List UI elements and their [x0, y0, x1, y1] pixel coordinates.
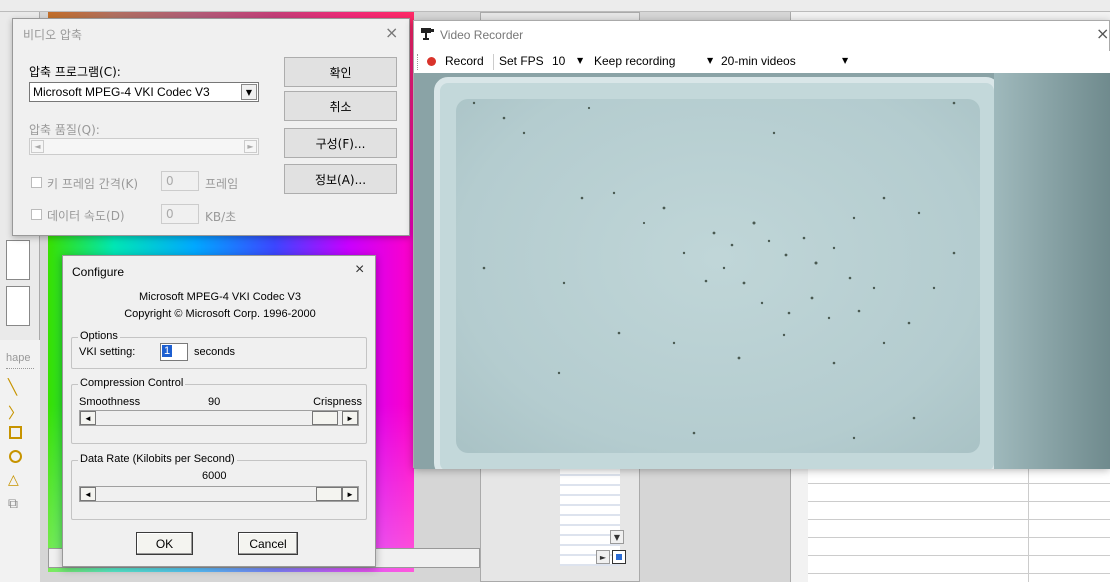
compression-left-arrow-icon[interactable]: ◄: [80, 411, 96, 425]
fps-value[interactable]: 10: [552, 54, 565, 68]
options-group: Options VKI setting: 1 seconds: [71, 330, 367, 369]
crispness-label: Crispness: [313, 396, 362, 408]
data-rate-left-arrow-icon[interactable]: ◄: [80, 487, 96, 501]
quality-right-arrow-icon[interactable]: ►: [244, 140, 257, 153]
background-grid-area: [560, 466, 620, 566]
vki-input-value: 1: [162, 345, 173, 357]
video-recorder-window: Video Recorder × Record Set FPS 10 ▼ Kee…: [413, 20, 1110, 469]
quality-slider[interactable]: ◄ ►: [29, 138, 259, 155]
shape-panel-divider: [6, 368, 34, 369]
background-corner-icon: [612, 550, 626, 564]
toolbar-grip: [417, 54, 418, 70]
datarate-input[interactable]: 0: [161, 204, 199, 224]
program-select-chevron-icon[interactable]: ▼: [241, 84, 257, 100]
data-rate-group-label: Data Rate (Kilobits per Second): [78, 453, 237, 465]
fps-chevron-down-icon[interactable]: ▼: [577, 56, 583, 65]
background-left-box-2: [6, 286, 30, 326]
configure-ok-button[interactable]: OK: [136, 532, 193, 555]
configure-close-icon[interactable]: ×: [355, 261, 364, 279]
record-button[interactable]: Record: [445, 54, 484, 68]
background-top-strip: [0, 0, 1110, 12]
configure-dialog: Configure × Microsoft MPEG-4 VKI Codec V…: [62, 255, 376, 567]
program-label: 압축 프로그램(C):: [29, 65, 121, 79]
keyframe-unit: 프레임: [205, 177, 239, 191]
compress-dialog-title: 비디오 압축: [23, 28, 83, 42]
compression-control-label: Compression Control: [78, 377, 186, 389]
vki-label: VKI setting:: [79, 346, 136, 358]
datarate-checkbox[interactable]: [31, 209, 42, 220]
shape-panel: hape ╲ 〉 △ ⧉: [0, 340, 40, 582]
keyframe-label: 키 프레임 간격(K): [47, 177, 139, 191]
preview-particles: [472, 101, 956, 440]
datarate-unit: KB/초: [205, 210, 237, 224]
program-select[interactable]: Microsoft MPEG-4 VKI Codec V3 ▼: [29, 82, 259, 102]
configure-title: Configure: [72, 265, 125, 279]
quality-label: 압축 품질(Q):: [29, 123, 100, 137]
compress-ok-button[interactable]: 확인: [284, 57, 397, 87]
set-fps-label: Set FPS: [499, 54, 544, 68]
options-group-label: Options: [78, 330, 120, 342]
data-rate-slider[interactable]: ◄ ►: [79, 486, 359, 502]
shape-panel-label: hape: [6, 352, 31, 364]
compress-close-icon[interactable]: ×: [385, 23, 398, 42]
rectangle-tool-icon[interactable]: [9, 426, 22, 439]
data-rate-value: 6000: [202, 470, 227, 482]
vki-input[interactable]: 1: [160, 343, 188, 361]
compression-value: 90: [208, 396, 221, 408]
keyframe-checkbox[interactable]: [31, 177, 42, 188]
compression-slider-thumb[interactable]: [312, 411, 338, 425]
configure-copyright: Copyright © Microsoft Corp. 1996-2000: [124, 308, 316, 320]
recording-mode[interactable]: Keep recording: [594, 54, 675, 68]
configure-cancel-button[interactable]: Cancel: [238, 532, 298, 555]
program-select-value: Microsoft MPEG-4 VKI Codec V3: [33, 85, 210, 99]
compression-right-arrow-icon[interactable]: ►: [342, 411, 358, 425]
video-recorder-title: Video Recorder: [440, 28, 524, 42]
curve-tool-icon[interactable]: 〉: [8, 402, 23, 423]
mode-chevron-down-icon[interactable]: ▼: [707, 56, 713, 65]
toolbar-separator: [493, 54, 494, 70]
quality-left-arrow-icon[interactable]: ◄: [31, 140, 44, 153]
data-rate-right-arrow-icon[interactable]: ►: [342, 487, 358, 501]
compress-about-button[interactable]: 정보(A)...: [284, 164, 397, 194]
polygon-tool-icon[interactable]: △: [8, 472, 19, 488]
background-right-table-divider: [1028, 466, 1029, 582]
datarate-input-value: 0: [166, 207, 174, 221]
datarate-label: 데이터 속도(D): [47, 209, 125, 223]
camera-icon: [420, 27, 434, 40]
ellipse-tool-icon[interactable]: [9, 450, 22, 463]
split-chevron-down-icon[interactable]: ▼: [842, 56, 848, 65]
background-left-box-1: [6, 240, 30, 280]
data-rate-slider-thumb[interactable]: [316, 487, 342, 501]
background-right-table: [808, 466, 1110, 582]
configure-codec-name: Microsoft MPEG-4 VKI Codec V3: [139, 291, 301, 303]
compress-configure-button[interactable]: 구성(F)...: [284, 128, 397, 158]
smoothness-label: Smoothness: [79, 396, 141, 408]
data-rate-group: Data Rate (Kilobits per Second) 6000 ◄ ►: [71, 453, 367, 520]
line-tool-icon[interactable]: ╲: [8, 378, 17, 396]
compression-control-group: Compression Control Smoothness 90 Crispn…: [71, 377, 367, 444]
compress-dialog: 비디오 압축 × 압축 프로그램(C): Microsoft MPEG-4 VK…: [12, 18, 410, 236]
select-tool-icon[interactable]: ⧉: [8, 496, 18, 512]
compression-slider[interactable]: ◄ ►: [79, 410, 359, 426]
keyframe-input-value: 0: [166, 174, 174, 188]
video-preview: [414, 73, 1110, 469]
keyframe-input[interactable]: 0: [161, 171, 199, 191]
split-length[interactable]: 20-min videos: [721, 54, 796, 68]
vki-unit: seconds: [194, 346, 235, 358]
video-recorder-close-icon[interactable]: ×: [1096, 24, 1109, 43]
recorder-toolbar: Record Set FPS 10 ▼ Keep recording ▼ 20-…: [414, 51, 1110, 73]
record-dot-icon[interactable]: [427, 57, 436, 66]
background-scroll-right-icon[interactable]: ►: [596, 550, 610, 564]
background-scroll-down-icon[interactable]: ▼: [610, 530, 624, 544]
compress-cancel-button[interactable]: 취소: [284, 91, 397, 121]
